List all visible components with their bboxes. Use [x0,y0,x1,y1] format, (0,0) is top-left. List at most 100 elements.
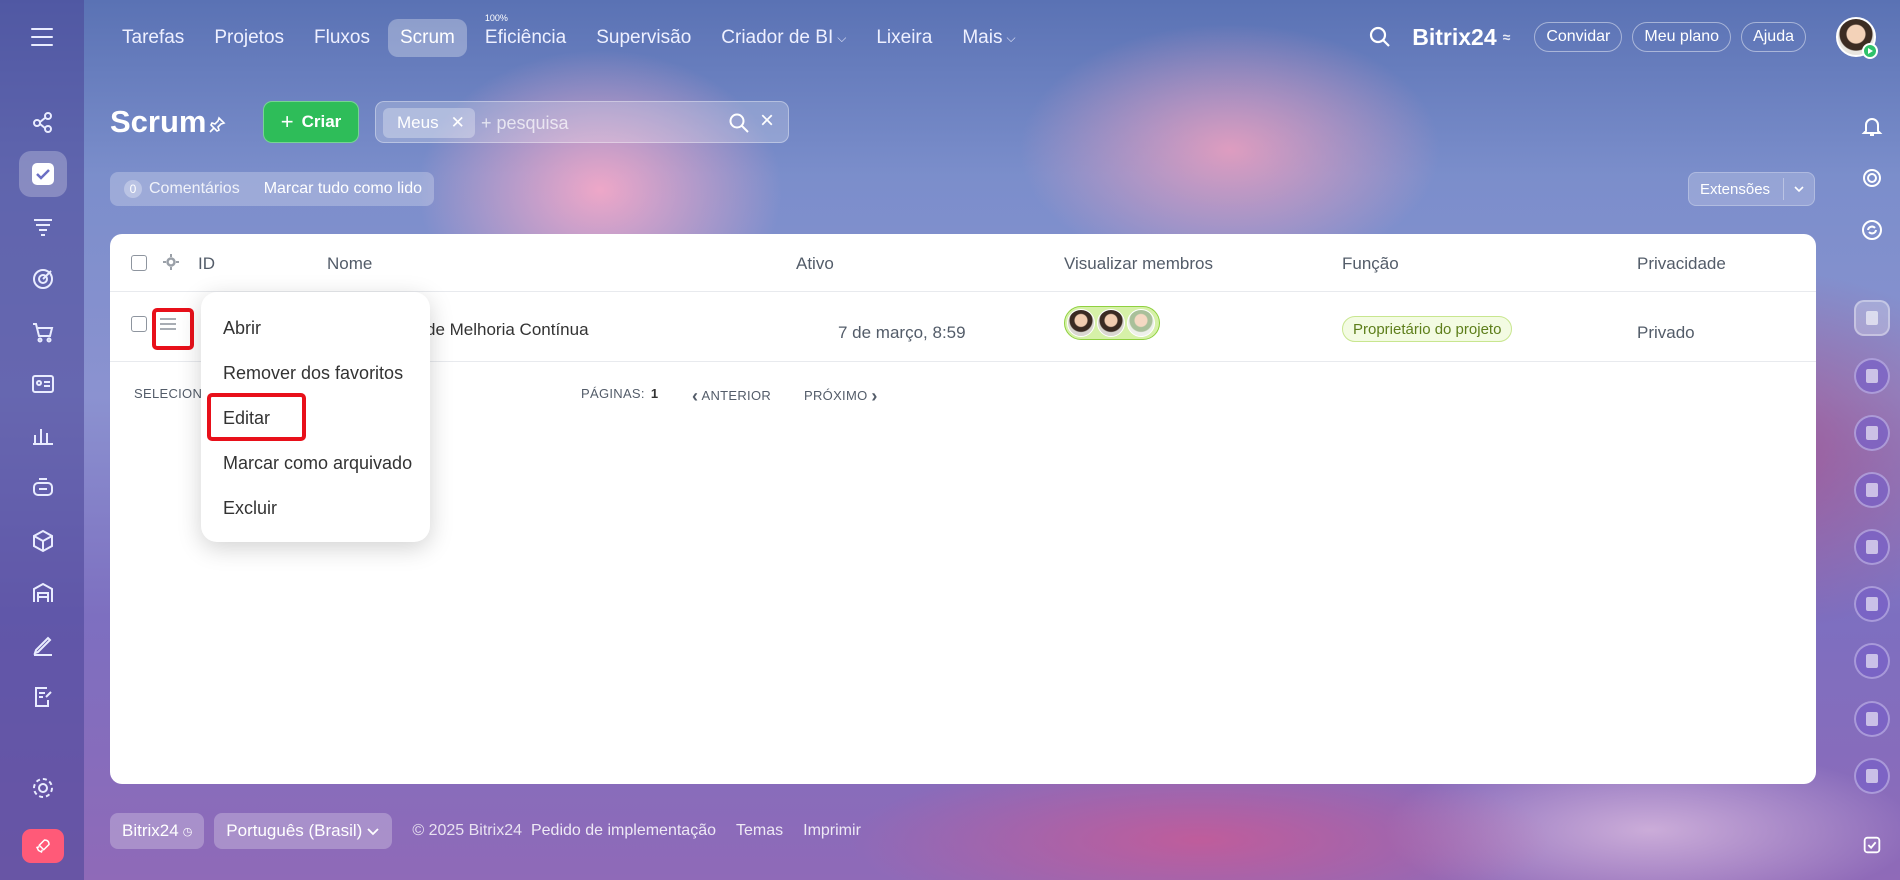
plus-icon: + [280,109,294,134]
copilot-icon[interactable] [1857,163,1887,193]
refresh-chat-icon[interactable] [1857,215,1887,245]
search-icon[interactable] [1366,23,1394,51]
footer-link-implementacao[interactable]: Pedido de implementação [531,822,716,840]
column-membros[interactable]: Visualizar membros [1064,254,1213,274]
hamburger-menu-icon[interactable] [26,24,58,50]
sidebar-item-contacts[interactable] [19,361,67,407]
avatar [1127,309,1155,337]
chat-avatar-icon[interactable] [1854,701,1890,737]
menu-item-editar[interactable]: Editar [201,396,430,441]
clock-icon: ◷ [182,825,193,838]
nav-item-tarefas[interactable]: Tarefas [110,19,196,57]
sidebar-item-store[interactable] [19,570,67,616]
chat-avatar-icon[interactable] [1854,643,1890,679]
chat-avatar-icon[interactable] [1854,358,1890,394]
rocket-icon[interactable] [22,829,64,863]
members-avatars[interactable] [1064,306,1160,340]
chat-avatar-icon[interactable] [1854,586,1890,622]
menu-item-abrir[interactable]: Abrir [201,306,430,351]
sidebar-item-inventory[interactable] [19,518,67,564]
language-selector[interactable]: Português (Brasil) [214,813,393,849]
avatar[interactable] [1836,17,1878,59]
cart-icon [33,323,54,343]
tune-icon: ≈ [1502,29,1511,45]
chat-avatar-icon[interactable] [1854,300,1890,336]
invite-button[interactable]: Convidar [1534,22,1623,52]
counter-label: Comentários [149,180,240,197]
menu-item-excluir[interactable]: Excluir [201,486,430,531]
chevron-right-icon: › [871,386,878,406]
next-page-button[interactable]: PRÓXIMO › [804,386,878,407]
footer-link-imprimir[interactable]: Imprimir [803,822,861,840]
sidebar-item-tasks[interactable] [19,151,67,197]
nav-item-mais[interactable]: Mais ⌵ [950,19,1027,57]
sidebar-item-crm[interactable] [19,204,67,250]
header-right: Bitrix24 ≈ Convidar Meu plano Ajuda [1366,14,1900,60]
column-nome[interactable]: Nome [327,254,372,274]
menu-item-remover-favoritos[interactable]: Remover dos favoritos [201,351,430,396]
project-name-link[interactable]: de Melhoria Contínua [426,320,589,340]
nav-item-supervisao[interactable]: Supervisão [584,19,703,57]
clear-icon[interactable]: × [760,109,774,133]
column-privacidade[interactable]: Privacidade [1637,254,1726,274]
funnel-icon [34,219,52,236]
sidebar-item-feed[interactable] [19,99,67,145]
filter-search-box[interactable]: Meus✕ × [375,101,789,143]
chat-avatar-icon[interactable] [1854,529,1890,565]
avatar [1067,309,1095,337]
checklist-icon[interactable] [1857,830,1887,860]
search-input[interactable] [481,110,701,136]
chevron-down-icon: ⌵ [837,30,847,45]
row-menu-icon[interactable] [154,310,182,338]
chat-avatar-icon[interactable] [1854,415,1890,451]
sidebar-item-copilot[interactable] [19,465,67,511]
extensions-button: Extensões [1688,172,1815,206]
top-navigation: Tarefas Projetos Fluxos Scrum 100% Eficiê… [110,13,1034,58]
mark-all-read-button[interactable]: Marcar tudo como lido [264,180,422,198]
bell-icon[interactable] [1857,111,1887,141]
right-sidebar [1842,95,1900,875]
chat-avatar-icon[interactable] [1854,472,1890,508]
menu-item-arquivar[interactable]: Marcar como arquivado [201,441,430,486]
left-sidebar [0,0,84,880]
row-checkbox[interactable] [131,316,147,332]
close-icon[interactable]: ✕ [451,113,465,133]
sidebar-item-shop[interactable] [19,309,67,355]
brand-logo[interactable]: Bitrix24 ≈ [1412,24,1510,51]
filter-tag-meus[interactable]: Meus ✕ [383,108,475,138]
chat-avatar-icon[interactable] [1854,758,1890,794]
bitrix24-footer-button[interactable]: Bitrix24 ◷ [110,813,205,849]
nav-item-scrum[interactable]: Scrum [387,19,467,57]
column-funcao[interactable]: Função [1342,254,1399,274]
select-all-checkbox[interactable] [131,255,147,271]
sidebar-item-settings[interactable] [19,765,67,811]
sidebar-item-reports[interactable] [19,413,67,459]
counter-badge: 0 [124,180,142,198]
column-id[interactable]: ID [198,254,215,274]
nav-item-criador-bi[interactable]: Criador de BI ⌵ [709,19,858,57]
footer-link-temas[interactable]: Temas [736,822,783,840]
column-ativo[interactable]: Ativo [796,254,834,274]
search-icon[interactable] [728,112,750,134]
sidebar-item-sign[interactable] [19,622,67,668]
previous-page-button[interactable]: ‹ ANTERIOR [692,386,771,407]
sidebar-item-documents[interactable] [19,674,67,720]
active-date: 7 de março, 8:59 [838,323,966,342]
sidebar-item-goals[interactable] [19,256,67,302]
chevron-down-icon[interactable] [1782,178,1814,200]
comments-counter: 0 Comentários Marcar tudo como lido [110,172,434,206]
pages-label: PÁGINAS: 1 [581,386,659,401]
checkbox-icon [32,163,54,185]
create-button[interactable]: + Criar [263,101,359,143]
play-icon [1862,43,1878,59]
nav-item-projetos[interactable]: Projetos [202,19,296,57]
nav-item-lixeira[interactable]: Lixeira [864,19,944,57]
page-title: Scrum [110,104,207,139]
pin-icon[interactable] [208,116,226,134]
gear-icon[interactable] [162,253,180,271]
nav-item-fluxos[interactable]: Fluxos [302,19,382,57]
nav-item-eficiencia[interactable]: 100% Eficiência [473,13,578,57]
my-plan-button[interactable]: Meu plano [1632,22,1732,52]
extensions-label[interactable]: Extensões [1689,181,1783,198]
help-button[interactable]: Ajuda [1741,22,1806,52]
